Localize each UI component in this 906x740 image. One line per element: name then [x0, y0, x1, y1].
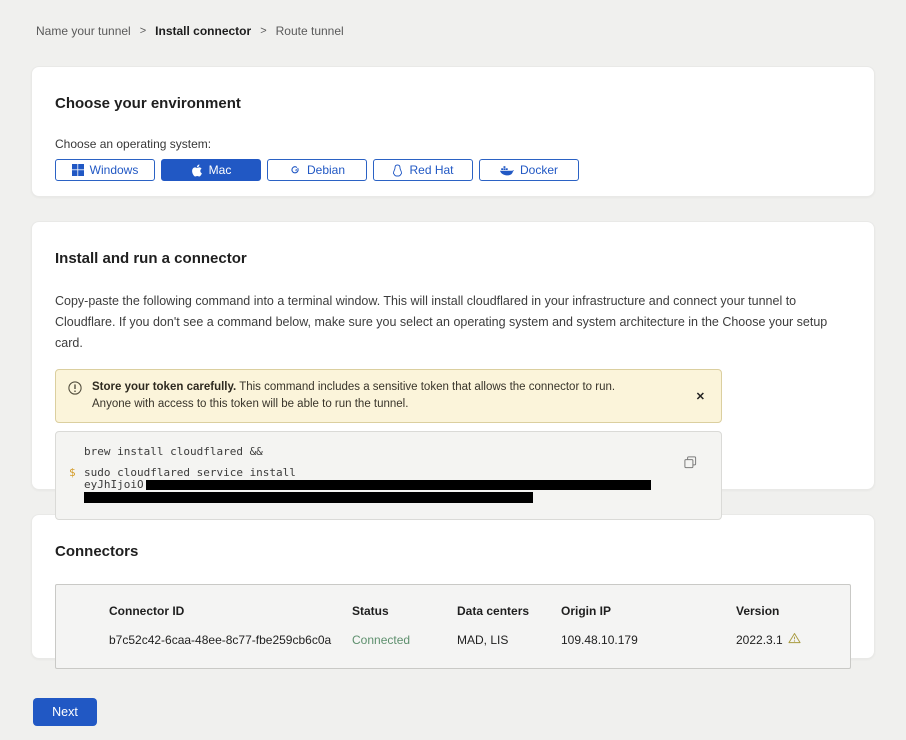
os-button-docker[interactable]: Docker [479, 159, 579, 181]
connectors-card: Connectors Connector ID Status Data cent… [31, 514, 875, 659]
connectors-title: Connectors [55, 543, 851, 560]
code-line-sudo: sudo cloudflared service install [84, 467, 651, 479]
redacted-token-bar [84, 492, 533, 503]
redhat-penguin-icon [392, 164, 403, 177]
os-button-debian[interactable]: Debian [267, 159, 367, 181]
os-button-windows[interactable]: Windows [55, 159, 155, 181]
choose-environment-card: Choose your environment Choose an operat… [31, 66, 875, 197]
code-command-lines: sudo cloudflared service install eyJhIjo… [84, 467, 651, 503]
header-connector-id: Connector ID [109, 604, 352, 618]
table-row: b7c52c42-6caa-48ee-8c77-fbe259cb6c0a Con… [109, 632, 840, 647]
code-line-brew: brew install cloudflared && [84, 446, 681, 458]
os-button-label: Docker [520, 163, 558, 177]
breadcrumb-name-your-tunnel[interactable]: Name your tunnel [36, 24, 131, 38]
header-origin-ip: Origin IP [561, 604, 736, 618]
close-icon[interactable]: ✕ [692, 388, 709, 405]
code-command-row: $ sudo cloudflared service install eyJhI… [69, 467, 681, 503]
install-description: Copy-paste the following command into a … [55, 291, 851, 354]
table-header-row: Connector ID Status Data centers Origin … [109, 604, 840, 618]
os-button-redhat[interactable]: Red Hat [373, 159, 473, 181]
breadcrumb-separator: > [140, 25, 146, 37]
os-button-label: Windows [90, 163, 139, 177]
cell-version: 2022.3.1 [736, 632, 840, 647]
os-button-group: Windows Mac Debian [55, 159, 851, 181]
breadcrumb: Name your tunnel > Install connector > R… [36, 24, 875, 38]
os-button-label: Debian [307, 163, 345, 177]
cell-status: Connected [352, 633, 457, 647]
debian-icon [289, 164, 301, 176]
copy-icon[interactable] [682, 454, 699, 474]
page: Name your tunnel > Install connector > R… [0, 0, 906, 726]
breadcrumb-route-tunnel[interactable]: Route tunnel [276, 24, 344, 38]
cell-origin-ip: 109.48.10.179 [561, 633, 736, 647]
os-button-mac[interactable]: Mac [161, 159, 261, 181]
breadcrumb-separator: > [260, 25, 266, 37]
windows-icon [72, 164, 84, 176]
token-warning-title: Store your token carefully. [92, 381, 236, 393]
os-button-label: Red Hat [409, 163, 453, 177]
code-line-token: eyJhIjoiO [84, 479, 651, 491]
os-label: Choose an operating system: [55, 137, 851, 151]
os-button-label: Mac [209, 163, 232, 177]
shell-prompt: $ [69, 467, 84, 503]
token-prefix: eyJhIjoiO [84, 478, 144, 491]
choose-environment-title: Choose your environment [55, 95, 851, 112]
header-data-centers: Data centers [457, 604, 561, 618]
version-value: 2022.3.1 [736, 633, 783, 647]
next-button[interactable]: Next [33, 698, 97, 726]
install-connector-card: Install and run a connector Copy-paste t… [31, 221, 875, 490]
alert-circle-icon [68, 381, 82, 401]
install-command-code-block: brew install cloudflared && $ sudo cloud… [55, 431, 722, 520]
docker-whale-icon [500, 165, 514, 176]
breadcrumb-install-connector[interactable]: Install connector [155, 24, 251, 38]
cell-connector-id: b7c52c42-6caa-48ee-8c77-fbe259cb6c0a [109, 633, 352, 647]
apple-icon [191, 164, 203, 177]
token-warning-text: Store your token carefully. This command… [92, 379, 652, 413]
redacted-token-bar [146, 480, 651, 490]
install-connector-title: Install and run a connector [55, 250, 851, 267]
header-status: Status [352, 604, 457, 618]
cell-data-centers: MAD, LIS [457, 633, 561, 647]
header-version: Version [736, 604, 840, 618]
token-warning-banner: Store your token carefully. This command… [55, 369, 722, 423]
connectors-table: Connector ID Status Data centers Origin … [55, 584, 851, 669]
warning-triangle-icon [788, 632, 801, 647]
